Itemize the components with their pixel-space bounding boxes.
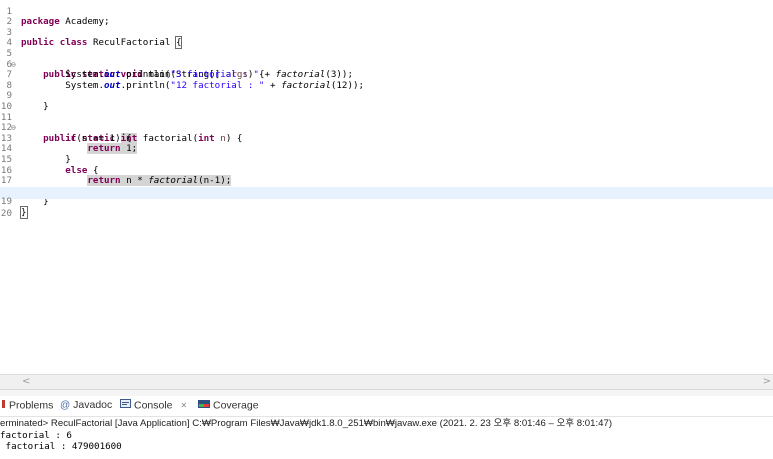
tab-label: Coverage [213,399,259,412]
line-number: 20 [0,208,12,220]
console-output-line: factorial : 6 [0,430,72,441]
scroll-right-icon[interactable]: > [763,376,771,387]
code-line: 11 ⊖ public static int factorial(int n) … [0,102,773,144]
tab-label: Console [134,399,173,412]
panel-divider[interactable] [0,389,773,396]
scroll-left-icon[interactable]: < [22,376,30,387]
console-output-line: factorial : 479001600 [0,440,122,452]
code-line: 14 } [0,134,773,165]
console-icon [120,399,131,412]
code-line: 13 return 1; [0,123,773,155]
code-line: 17 } [0,166,773,197]
code-editor[interactable]: 1 package Academy; 2 3 public class Recu… [0,0,773,374]
code-line: 4 [0,28,773,48]
console-output[interactable]: factorial : 6 factorial : 479001600 [0,430,773,459]
tab-label: Problems [9,399,54,412]
tab-problems[interactable]: Problems [2,399,53,412]
problems-icon [2,399,6,412]
console-status-line: erminated> ReculFactorial [Java Applicat… [0,416,773,431]
code-line: 9 } [0,81,773,112]
code-line: 18 } [0,176,773,207]
code-line: 20 [0,199,773,219]
tab-console[interactable]: Console ✕ [120,399,187,412]
coverage-icon [198,399,210,412]
code-line: 16 return n * factorial(n-1); [0,155,773,187]
code-line: 12 if(n == 1) { [0,113,773,144]
code-line: 6 System.out.println("3 factorial : " + … [0,49,773,80]
javadoc-icon: @ [60,399,71,411]
code-line: 7 System.out.println("12 factorial : " +… [0,60,773,91]
bottom-panel-tabs: Problems @ Javadoc Console ✕ Coverage [0,396,773,415]
code-line: 1 package Academy; [0,0,773,27]
close-icon[interactable]: ✕ [180,401,187,410]
code-line: 3 public class ReculFactorial { [0,17,773,50]
code-line: 5 ⊖ public static void main(String[] arg… [0,38,773,80]
code-line: 15 else { [0,144,773,175]
code-line: 2 [0,7,773,27]
tab-javadoc[interactable]: @ Javadoc [60,399,112,411]
tab-coverage[interactable]: Coverage [198,399,259,412]
code-line: 10 [0,91,773,111]
horizontal-scrollbar[interactable]: < > [0,374,773,389]
code-line: 8 [0,70,773,90]
tab-label: Javadoc [73,399,113,411]
current-code-line: 19 } [0,186,773,219]
